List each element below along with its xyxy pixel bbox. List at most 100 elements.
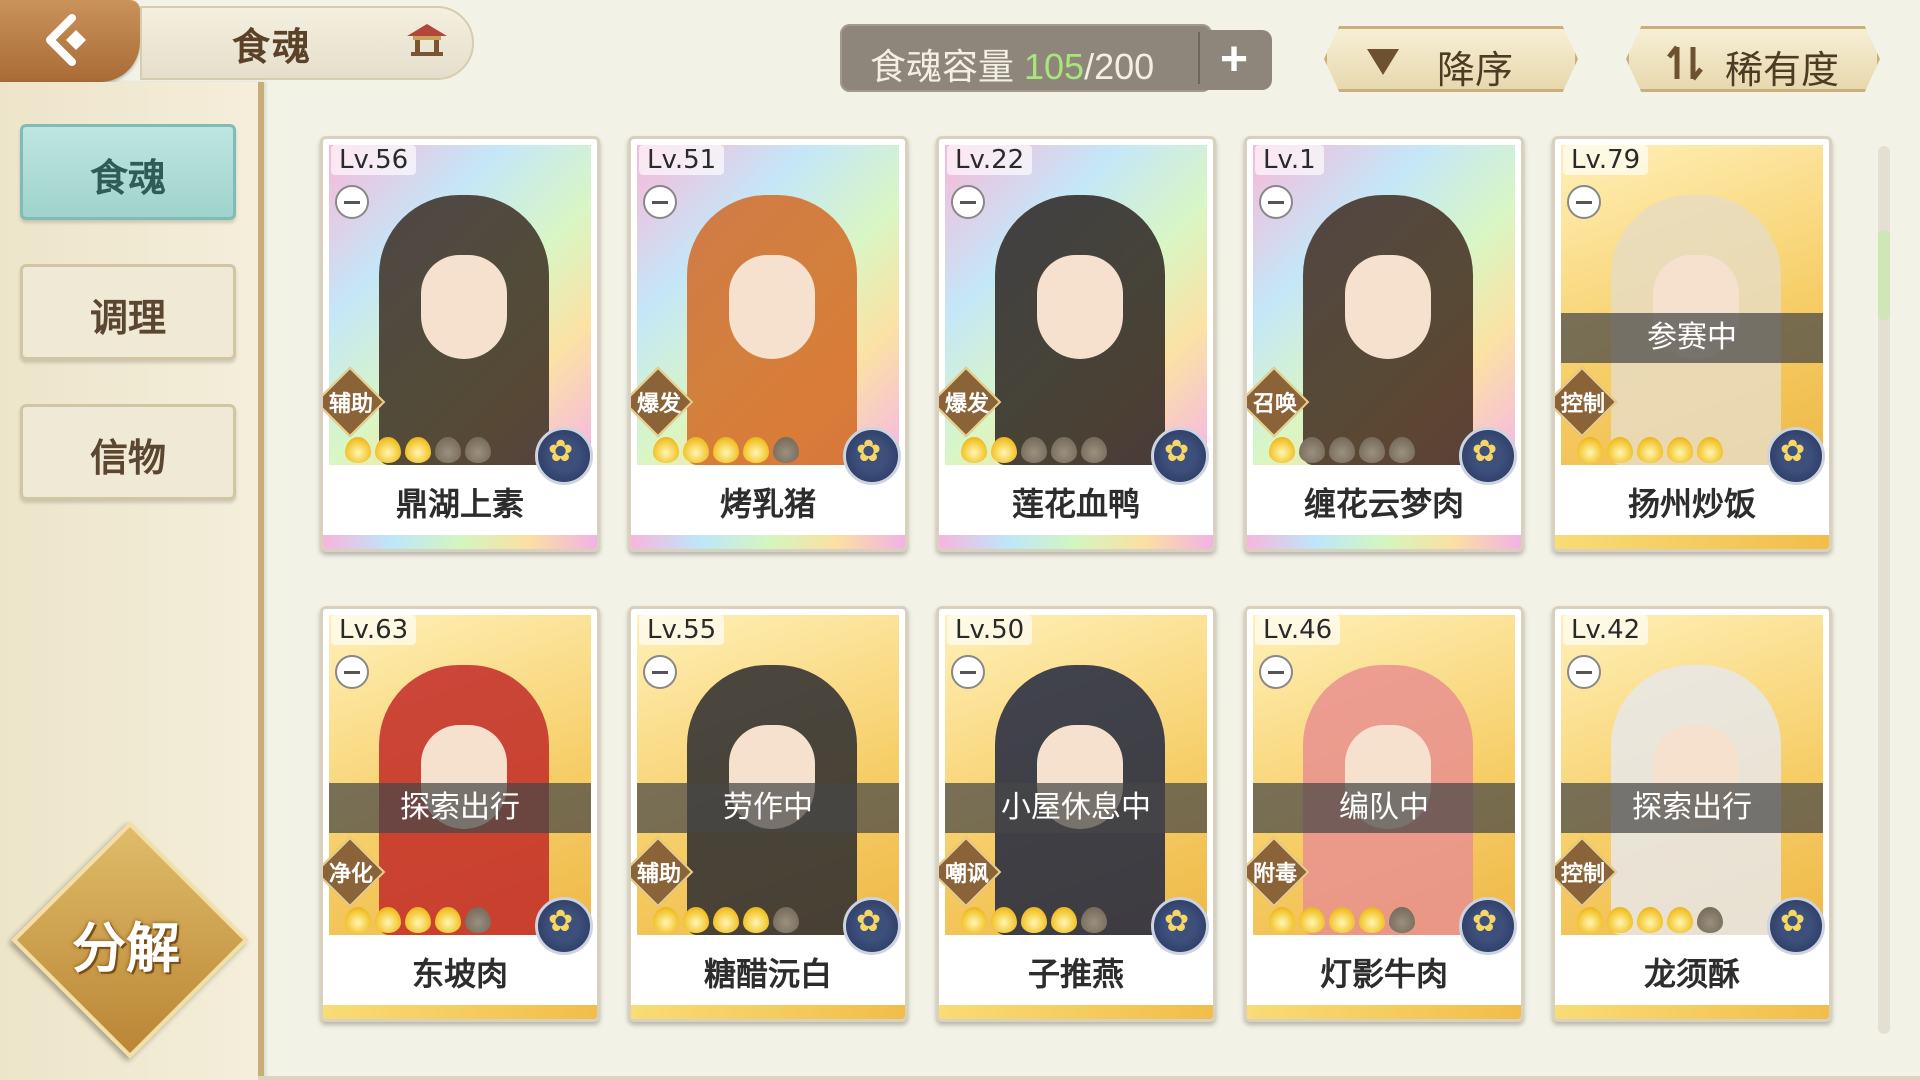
character-face xyxy=(1345,255,1431,359)
flame-star-icon xyxy=(1269,907,1295,933)
flame-star-icon xyxy=(345,437,371,463)
food-soul-card[interactable]: Lv.63 探索出行净化东坡肉 xyxy=(320,606,600,1022)
scroll-thumb[interactable] xyxy=(1878,230,1890,320)
flame-star-icon xyxy=(405,437,431,463)
sidebar-item-cooking[interactable]: 调理 xyxy=(20,264,236,360)
rarity-strip xyxy=(939,1005,1213,1019)
minus-icon[interactable] xyxy=(1259,655,1293,689)
level-label: Lv.63 xyxy=(331,615,417,645)
bottom-divider xyxy=(258,1076,1920,1080)
status-banner: 参赛中 xyxy=(1561,313,1823,363)
food-soul-card[interactable]: Lv.79 参赛中控制扬州炒饭 xyxy=(1552,136,1832,552)
flame-star-icon xyxy=(713,907,739,933)
flame-star-icon xyxy=(1607,907,1633,933)
sidebar-item-tokens[interactable]: 信物 xyxy=(20,404,236,500)
role-badge: 召唤 xyxy=(1247,366,1310,438)
flame-star-icon xyxy=(345,907,371,933)
food-soul-card[interactable]: Lv.42 探索出行控制龙须酥 xyxy=(1552,606,1832,1022)
scrollbar[interactable] xyxy=(1878,146,1890,1034)
pavilion-icon[interactable] xyxy=(405,22,449,56)
flame-star-icon xyxy=(1577,437,1603,463)
back-arrow-icon xyxy=(46,14,86,66)
flame-star-icon xyxy=(743,437,769,463)
rarity-strip xyxy=(1247,535,1521,549)
minus-icon[interactable] xyxy=(1567,655,1601,689)
capacity-text: 食魂容量 105/200 xyxy=(870,46,1155,87)
level-label: Lv.42 xyxy=(1563,615,1649,645)
minus-icon[interactable] xyxy=(951,185,985,219)
food-soul-card[interactable]: Lv.56 辅助鼎湖上素 xyxy=(320,136,600,552)
character-face xyxy=(1037,255,1123,359)
minus-icon[interactable] xyxy=(1567,185,1601,219)
food-soul-card[interactable]: Lv.46 编队中附毒灯影牛肉 xyxy=(1244,606,1524,1022)
role-label: 嘲讽 xyxy=(944,861,989,886)
minus-icon[interactable] xyxy=(643,185,677,219)
status-banner: 编队中 xyxy=(1253,783,1515,833)
role-label: 爆发 xyxy=(636,391,681,416)
role-badge: 辅助 xyxy=(323,366,386,438)
card-name: 扬州炒饭 xyxy=(1627,486,1756,522)
flame-star-icon xyxy=(405,907,431,933)
element-emblem-icon xyxy=(1151,897,1209,955)
card-name: 龙须酥 xyxy=(1643,956,1740,992)
minus-icon[interactable] xyxy=(951,655,985,689)
minus-icon[interactable] xyxy=(1259,185,1293,219)
flame-star-icon xyxy=(653,907,679,933)
card-name: 子推燕 xyxy=(1027,956,1124,992)
flame-star-icon xyxy=(713,437,739,463)
rarity-strip xyxy=(631,535,905,549)
rarity-strip xyxy=(939,535,1213,549)
swap-arrows-icon xyxy=(1667,45,1703,81)
element-emblem-icon xyxy=(1459,897,1517,955)
flame-star-icon xyxy=(1697,907,1723,933)
rarity-strip xyxy=(1555,535,1829,549)
flame-star-icon xyxy=(743,907,769,933)
flame-star-icon xyxy=(1081,437,1107,463)
food-soul-card[interactable]: Lv.51 爆发烤乳猪 xyxy=(628,136,908,552)
card-name: 糖醋沅白 xyxy=(703,956,832,992)
card-name: 鼎湖上素 xyxy=(395,486,524,522)
food-soul-card[interactable]: Lv.22 爆发莲花血鸭 xyxy=(936,136,1216,552)
level-label: Lv.22 xyxy=(947,145,1033,175)
sort-key-button[interactable]: 稀有度 xyxy=(1626,26,1880,92)
status-banner: 探索出行 xyxy=(1561,783,1823,833)
flame-star-icon xyxy=(1329,907,1355,933)
sidebar-item-label: 食魂 xyxy=(89,158,166,200)
role-badge: 控制 xyxy=(1555,366,1618,438)
element-emblem-icon xyxy=(843,427,901,485)
card-name: 缠花云梦肉 xyxy=(1303,486,1464,522)
food-soul-card[interactable]: Lv.55 劳作中辅助糖醋沅白 xyxy=(628,606,908,1022)
sort-order-button[interactable]: 降序 xyxy=(1324,26,1578,92)
role-badge: 辅助 xyxy=(631,836,694,908)
element-emblem-icon xyxy=(843,897,901,955)
role-badge: 附毒 xyxy=(1247,836,1310,908)
food-soul-card[interactable]: Lv.1 召唤缠花云梦肉 xyxy=(1244,136,1524,552)
expand-capacity-button[interactable]: + xyxy=(1200,30,1272,90)
minus-icon[interactable] xyxy=(335,185,369,219)
capacity-display: 食魂容量 105/200 xyxy=(840,24,1212,92)
decompose-label: 分解 xyxy=(72,919,180,979)
flame-star-icon xyxy=(961,437,987,463)
role-badge: 控制 xyxy=(1555,836,1618,908)
rarity-strip xyxy=(631,1005,905,1019)
flame-star-icon xyxy=(1607,437,1633,463)
sidebar-item-label: 调理 xyxy=(89,298,166,340)
flame-star-icon xyxy=(1051,437,1077,463)
role-label: 召唤 xyxy=(1252,391,1297,416)
flame-star-icon xyxy=(375,437,401,463)
minus-icon[interactable] xyxy=(643,655,677,689)
flame-star-icon xyxy=(1051,907,1077,933)
role-label: 附毒 xyxy=(1252,861,1297,886)
rarity-strip xyxy=(1555,1005,1829,1019)
flame-star-icon xyxy=(1389,437,1415,463)
level-label: Lv.79 xyxy=(1563,145,1649,175)
flame-star-icon xyxy=(1359,907,1385,933)
flame-star-icon xyxy=(1021,437,1047,463)
back-button[interactable] xyxy=(0,0,140,82)
minus-icon[interactable] xyxy=(335,655,369,689)
element-emblem-icon xyxy=(1459,427,1517,485)
card-name: 灯影牛肉 xyxy=(1319,956,1448,992)
sidebar-item-food-souls[interactable]: 食魂 xyxy=(20,124,236,220)
level-label: Lv.51 xyxy=(639,145,725,175)
food-soul-card[interactable]: Lv.50 小屋休息中嘲讽子推燕 xyxy=(936,606,1216,1022)
